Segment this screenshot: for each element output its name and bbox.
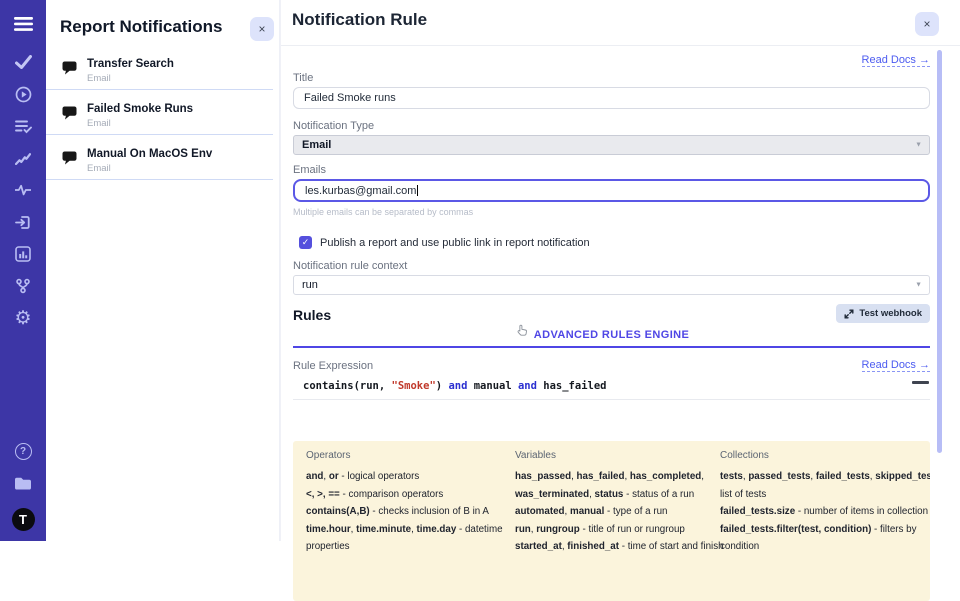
play-circle-icon[interactable] [13,85,33,103]
main-header: Notification Rule × [281,0,960,46]
help-row: tests, passed_tests, failed_tests, skipp… [720,468,930,486]
rules-row: Rules Test webhook [293,304,930,323]
help-row: failed_tests.filter(test, condition) - f… [720,521,930,539]
notification-title: Transfer Search [87,58,174,70]
panel-title: Report Notifications [60,17,265,37]
logo-letter: T [19,512,27,527]
help-row: failed_tests.size - number of items in c… [720,503,930,521]
help-row: <, >, == - comparison operators [306,486,515,504]
report-notifications-panel: Report Notifications × Transfer Search E… [46,0,280,541]
testomatio-logo[interactable]: T [12,508,35,531]
help-row: time.hour, time.minute, time.day - datet… [306,521,515,539]
help-row: and, or - logical operators [306,468,515,486]
test-webhook-icon [844,309,854,319]
notification-list-item[interactable]: Manual On MacOS Env Email [46,141,273,180]
notification-type-label: Notification Type [293,120,930,132]
rule-expression-editor[interactable]: contains(run, "Smoke") and manual and ha… [293,380,930,438]
read-docs-link[interactable]: Read Docs → [862,54,930,67]
help-column: Collections tests, passed_tests, failed_t… [720,450,930,581]
help-column-title: Variables [515,450,720,461]
test-webhook-button[interactable]: Test webhook [836,304,930,323]
title-value: Failed Smoke runs [304,92,396,104]
page-title: Notification Rule [292,10,427,30]
import-icon[interactable] [13,213,33,231]
help-column-title: Collections [720,450,930,461]
notification-type-value: Email [302,139,331,151]
notification-rule-panel: Notification Rule × Read Docs → Title Fa… [280,0,960,541]
help-row: started_at, finished_at - time of start … [515,538,720,556]
notification-list-item[interactable]: Transfer Search Email [46,51,273,90]
rule-expression-code: contains(run, "Smoke") and manual and ha… [293,380,930,392]
publish-checkbox-row[interactable]: ✓ Publish a report and use public link i… [299,236,930,249]
title-input[interactable]: Failed Smoke runs [293,87,930,109]
read-docs-link-expression[interactable]: Read Docs → [862,359,930,372]
code-line-divider [293,399,930,400]
rules-tab-bar: ADVANCED RULES ENGINE [293,323,930,348]
main-content: Read Docs → Title Failed Smoke runs Noti… [293,45,930,601]
sidebar: ⚙ ? T [0,0,46,541]
list-check-icon[interactable] [13,117,33,135]
code-scrollbar-thumb[interactable] [912,381,929,384]
help-row: properties [306,538,515,556]
notification-title: Failed Smoke Runs [87,103,193,115]
help-column: Variables has_passed, has_failed, has_com… [515,450,720,581]
help-row: contains(A,B) - checks inclusion of B in… [306,503,515,521]
help-row: run, rungroup - title of run or rungroup [515,521,720,539]
notification-channel: Email [87,73,174,84]
main-scrollbar-thumb[interactable] [937,50,942,453]
emails-label: Emails [293,164,930,176]
chat-bubble-icon [62,106,77,125]
rule-expression-row: Rule Expression Read Docs → [293,359,930,372]
notification-channel: Email [87,118,193,129]
notification-list-item[interactable]: Failed Smoke Runs Email [46,96,273,135]
context-select[interactable]: run ▼ [293,275,930,295]
notification-list: Transfer Search Email Failed Smoke Runs … [46,49,279,180]
menu-icon[interactable] [13,15,33,33]
emails-helper-text: Multiple emails can be separated by comm… [293,207,930,217]
help-column: Operators and, or - logical operators<, >… [306,450,515,581]
panel-header: Report Notifications × [46,0,279,49]
title-label: Title [293,72,930,84]
help-icon[interactable]: ? [13,442,33,460]
chat-bubble-icon [62,61,77,80]
library-icon[interactable] [13,474,33,492]
context-value: run [302,279,318,291]
rule-expression-label: Rule Expression [293,360,373,372]
bar-chart-icon[interactable] [13,245,33,263]
help-column-title: Operators [306,450,515,461]
chevron-down-icon: ▼ [915,142,922,149]
publish-checkbox-label: Publish a report and use public link in … [320,237,590,249]
read-docs-row: Read Docs → [293,50,930,63]
text-caret [417,185,418,196]
panel-close-button[interactable]: × [250,17,274,41]
chat-bubble-icon [62,151,77,170]
tab-advanced-rules-engine[interactable]: ADVANCED RULES ENGINE [293,329,930,341]
context-label: Notification rule context [293,260,930,272]
notification-channel: Email [87,163,212,174]
main-close-button[interactable]: × [915,12,939,36]
rules-heading: Rules [293,307,331,323]
branch-icon[interactable] [13,277,33,295]
help-row: was_terminated, status - status of a run [515,486,720,504]
help-row: automated, manual - type of a run [515,503,720,521]
trend-icon[interactable] [13,149,33,167]
test-webhook-label: Test webhook [859,308,922,319]
notification-title: Manual On MacOS Env [87,148,212,160]
check-icon[interactable] [13,53,33,71]
expression-help-panel: Operators and, or - logical operators<, >… [293,441,930,601]
publish-checkbox[interactable]: ✓ [299,236,312,249]
help-row: has_passed, has_failed, has_completed, [515,468,720,486]
emails-value: les.kurbas@gmail.com [305,185,416,197]
chevron-down-icon: ▼ [915,282,922,289]
gear-icon[interactable]: ⚙ [13,309,33,327]
help-row: list of tests [720,486,930,504]
sidebar-bottom: ? T [12,442,35,541]
emails-input[interactable]: les.kurbas@gmail.com [293,179,930,202]
notification-type-select[interactable]: Email ▼ [293,135,930,155]
help-row: condition [720,538,930,556]
pulse-icon[interactable] [13,181,33,199]
